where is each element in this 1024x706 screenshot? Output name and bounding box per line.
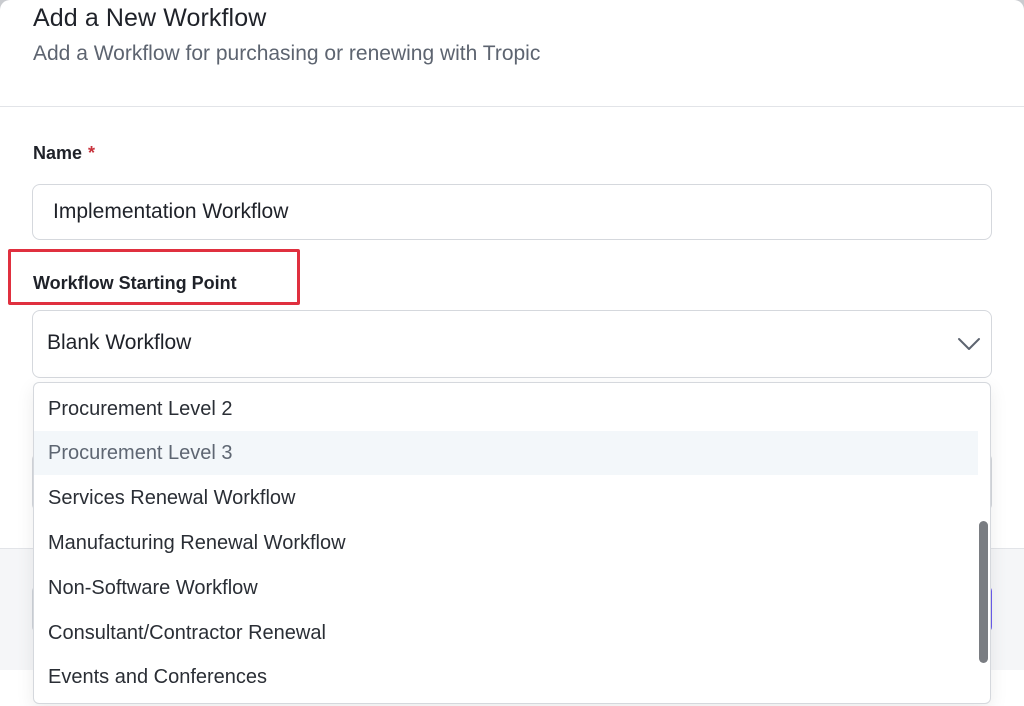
dropdown-option[interactable]: Consultant/Contractor Renewal [34, 611, 978, 655]
scrollbar-thumb[interactable] [979, 521, 988, 663]
modal-title: Add a New Workflow [33, 4, 267, 32]
starting-point-select[interactable]: Blank Workflow [32, 310, 992, 378]
starting-point-label: Workflow Starting Point [33, 273, 237, 293]
add-workflow-modal: Add a New Workflow Add a Workflow for pu… [0, 0, 1024, 706]
dropdown-scrollbar[interactable] [976, 383, 990, 703]
dropdown-option[interactable]: Non-Software Workflow [34, 566, 978, 610]
dropdown-option[interactable]: Manufacturing Renewal Workflow [34, 521, 978, 565]
name-label-text: Name [33, 143, 83, 163]
starting-point-value: Blank Workflow [47, 331, 192, 354]
modal-subtitle: Add a Workflow for purchasing or renewin… [33, 42, 541, 65]
chevron-down-icon [958, 338, 980, 350]
dropdown-option[interactable]: Procurement Level 2 [34, 387, 978, 431]
required-marker: * [88, 143, 96, 163]
name-label: Name * [33, 143, 95, 164]
modal-header: Add a New Workflow Add a Workflow for pu… [0, 0, 1024, 107]
name-input[interactable] [32, 184, 992, 240]
starting-point-dropdown: Procurement Level 2 Procurement Level 3 … [33, 382, 991, 704]
dropdown-option[interactable]: Events and Conferences [34, 655, 978, 699]
dropdown-option[interactable]: Procurement Level 3 [34, 431, 978, 475]
dropdown-option[interactable]: Services Renewal Workflow [34, 476, 978, 520]
